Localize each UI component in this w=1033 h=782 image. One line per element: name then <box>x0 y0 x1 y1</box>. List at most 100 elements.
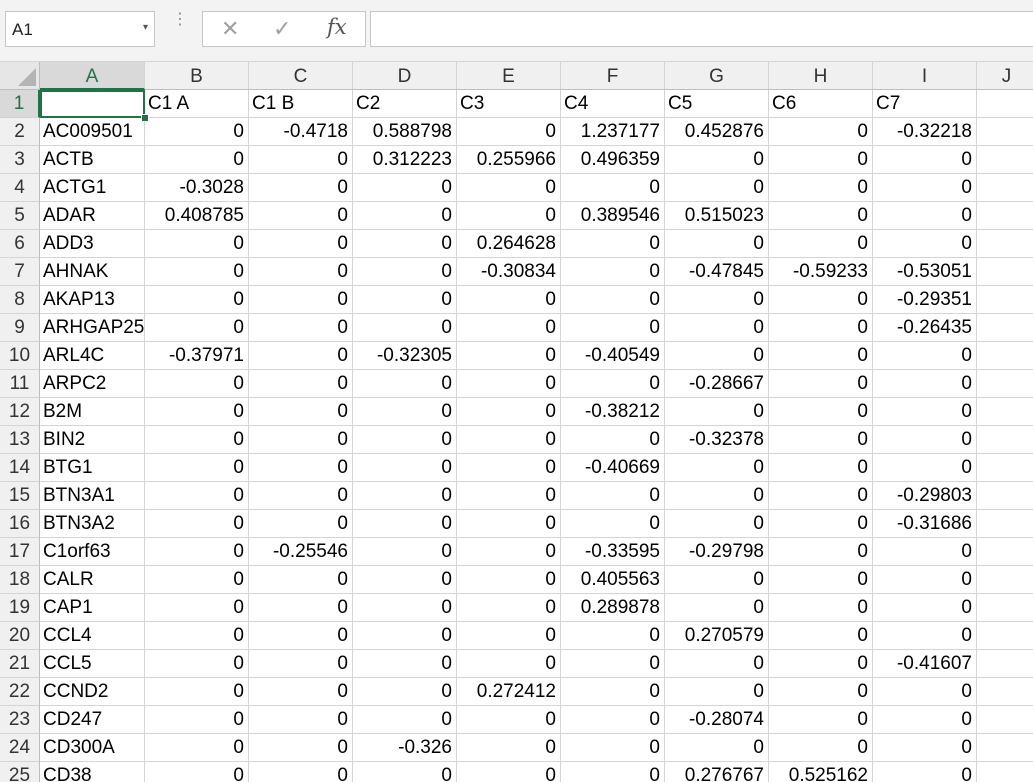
cell-d22[interactable]: 0 <box>353 678 457 706</box>
cell-c12[interactable]: 0 <box>249 398 353 426</box>
name-box-value[interactable]: A1 <box>12 20 33 40</box>
cell-h7[interactable]: -0.59233 <box>769 258 873 286</box>
cell-e23[interactable]: 0 <box>457 706 561 734</box>
cell-g8[interactable]: 0 <box>665 286 769 314</box>
column-header-b[interactable]: B <box>145 62 249 90</box>
cell-b13[interactable]: 0 <box>145 426 249 454</box>
cell-j20[interactable] <box>977 622 1033 650</box>
cell-g23[interactable]: -0.28074 <box>665 706 769 734</box>
cell-d19[interactable]: 0 <box>353 594 457 622</box>
cell-h21[interactable]: 0 <box>769 650 873 678</box>
cell-c3[interactable]: 0 <box>249 146 353 174</box>
row-header-1[interactable]: 1 <box>0 90 40 118</box>
cell-b17[interactable]: 0 <box>145 538 249 566</box>
row-header-7[interactable]: 7 <box>0 258 40 286</box>
cell-e1[interactable]: C3 <box>457 90 561 118</box>
cell-b18[interactable]: 0 <box>145 566 249 594</box>
cell-c20[interactable]: 0 <box>249 622 353 650</box>
cell-g20[interactable]: 0.270579 <box>665 622 769 650</box>
column-header-e[interactable]: E <box>457 62 561 90</box>
column-header-a[interactable]: A <box>40 62 145 90</box>
cell-d2[interactable]: 0.588798 <box>353 118 457 146</box>
column-header-f[interactable]: F <box>561 62 665 90</box>
cell-d23[interactable]: 0 <box>353 706 457 734</box>
cell-j16[interactable] <box>977 510 1033 538</box>
cell-b8[interactable]: 0 <box>145 286 249 314</box>
cell-e18[interactable]: 0 <box>457 566 561 594</box>
cell-e17[interactable]: 0 <box>457 538 561 566</box>
cell-i8[interactable]: -0.29351 <box>873 286 977 314</box>
cell-c23[interactable]: 0 <box>249 706 353 734</box>
cell-f11[interactable]: 0 <box>561 370 665 398</box>
cell-e2[interactable]: 0 <box>457 118 561 146</box>
cell-i19[interactable]: 0 <box>873 594 977 622</box>
cell-f10[interactable]: -0.40549 <box>561 342 665 370</box>
cell-g16[interactable]: 0 <box>665 510 769 538</box>
cell-b21[interactable]: 0 <box>145 650 249 678</box>
cell-f22[interactable]: 0 <box>561 678 665 706</box>
row-header-16[interactable]: 16 <box>0 510 40 538</box>
cell-e15[interactable]: 0 <box>457 482 561 510</box>
cell-c14[interactable]: 0 <box>249 454 353 482</box>
cell-d6[interactable]: 0 <box>353 230 457 258</box>
cell-i14[interactable]: 0 <box>873 454 977 482</box>
cell-i10[interactable]: 0 <box>873 342 977 370</box>
cell-f6[interactable]: 0 <box>561 230 665 258</box>
cell-h17[interactable]: 0 <box>769 538 873 566</box>
row-header-18[interactable]: 18 <box>0 566 40 594</box>
cell-c22[interactable]: 0 <box>249 678 353 706</box>
cell-c25[interactable]: 0 <box>249 762 353 782</box>
cell-c17[interactable]: -0.25546 <box>249 538 353 566</box>
cell-g7[interactable]: -0.47845 <box>665 258 769 286</box>
cell-i12[interactable]: 0 <box>873 398 977 426</box>
cell-f2[interactable]: 1.237177 <box>561 118 665 146</box>
cell-h9[interactable]: 0 <box>769 314 873 342</box>
cell-e22[interactable]: 0.272412 <box>457 678 561 706</box>
cell-c8[interactable]: 0 <box>249 286 353 314</box>
cell-d9[interactable]: 0 <box>353 314 457 342</box>
cell-g10[interactable]: 0 <box>665 342 769 370</box>
cell-f15[interactable]: 0 <box>561 482 665 510</box>
row-header-6[interactable]: 6 <box>0 230 40 258</box>
cell-j12[interactable] <box>977 398 1033 426</box>
cell-j8[interactable] <box>977 286 1033 314</box>
cell-a6[interactable]: ADD3 <box>40 230 145 258</box>
cell-i21[interactable]: -0.41607 <box>873 650 977 678</box>
cell-g25[interactable]: 0.276767 <box>665 762 769 782</box>
cell-i20[interactable]: 0 <box>873 622 977 650</box>
enter-check-icon[interactable]: ✓ <box>273 16 291 42</box>
cell-b11[interactable]: 0 <box>145 370 249 398</box>
cell-f4[interactable]: 0 <box>561 174 665 202</box>
cell-a15[interactable]: BTN3A1 <box>40 482 145 510</box>
cell-d15[interactable]: 0 <box>353 482 457 510</box>
cell-g1[interactable]: C5 <box>665 90 769 118</box>
cell-e6[interactable]: 0.264628 <box>457 230 561 258</box>
insert-function-icon[interactable]: fx <box>327 15 347 39</box>
cell-b2[interactable]: 0 <box>145 118 249 146</box>
cell-a14[interactable]: BTG1 <box>40 454 145 482</box>
cell-f18[interactable]: 0.405563 <box>561 566 665 594</box>
cell-d18[interactable]: 0 <box>353 566 457 594</box>
cell-i6[interactable]: 0 <box>873 230 977 258</box>
cell-a11[interactable]: ARPC2 <box>40 370 145 398</box>
cell-j10[interactable] <box>977 342 1033 370</box>
cell-i1[interactable]: C7 <box>873 90 977 118</box>
cell-h8[interactable]: 0 <box>769 286 873 314</box>
cell-f1[interactable]: C4 <box>561 90 665 118</box>
cell-f7[interactable]: 0 <box>561 258 665 286</box>
cell-b19[interactable]: 0 <box>145 594 249 622</box>
cell-b9[interactable]: 0 <box>145 314 249 342</box>
cell-b25[interactable]: 0 <box>145 762 249 782</box>
row-header-3[interactable]: 3 <box>0 146 40 174</box>
cell-j14[interactable] <box>977 454 1033 482</box>
cell-h16[interactable]: 0 <box>769 510 873 538</box>
cell-e4[interactable]: 0 <box>457 174 561 202</box>
cell-j1[interactable] <box>977 90 1033 118</box>
cell-a23[interactable]: CD247 <box>40 706 145 734</box>
cell-c4[interactable]: 0 <box>249 174 353 202</box>
cancel-icon[interactable]: ✕ <box>221 16 239 42</box>
cell-g24[interactable]: 0 <box>665 734 769 762</box>
cell-g18[interactable]: 0 <box>665 566 769 594</box>
row-header-17[interactable]: 17 <box>0 538 40 566</box>
cell-b4[interactable]: -0.3028 <box>145 174 249 202</box>
